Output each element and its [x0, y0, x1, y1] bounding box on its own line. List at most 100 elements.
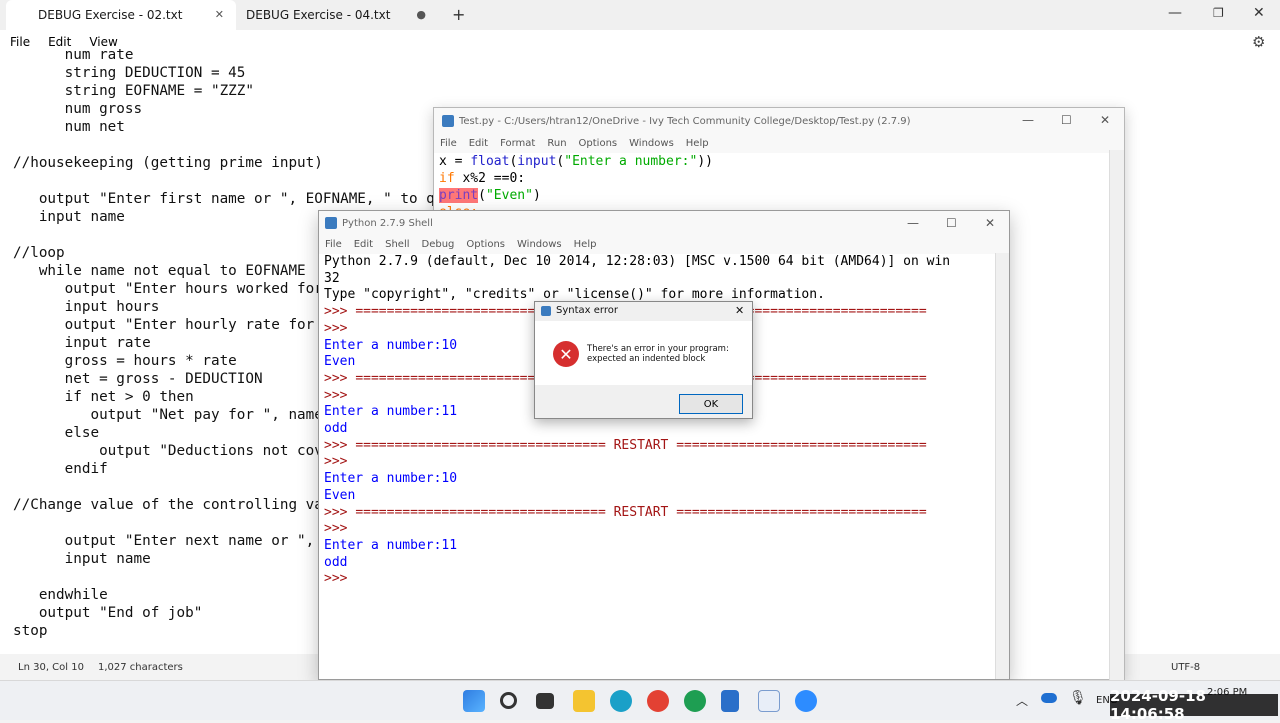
file-explorer-icon[interactable]	[573, 690, 595, 712]
editor-scrollbar[interactable]	[1109, 150, 1124, 680]
shell-prompt: >>>	[324, 304, 356, 320]
menu-edit[interactable]: Edit	[469, 138, 488, 149]
menu-windows[interactable]: Windows	[629, 138, 674, 149]
shell-result: odd	[324, 554, 348, 570]
dialog-message-line: expected an indented block	[587, 354, 706, 364]
shell-prompt: >>>	[324, 437, 356, 453]
shell-scrollbar[interactable]	[995, 253, 1009, 679]
shell-title-bar: Python 2.7.9 Shell — ☐ ✕	[319, 211, 1009, 235]
chrome-profile-icon[interactable]	[684, 690, 706, 712]
code-token: ))	[697, 154, 713, 169]
code-token: "Enter a number:"	[564, 154, 698, 169]
shell-restart: ================================ RESTART…	[355, 504, 927, 520]
close-icon[interactable]: ✕	[735, 304, 744, 317]
shell-menu-bar: File Edit Shell Debug Options Windows He…	[319, 235, 1009, 254]
shell-prompt: >>>	[324, 504, 356, 520]
microphone-icon[interactable]: 🎙	[1069, 690, 1087, 706]
task-view-icon[interactable]	[536, 693, 554, 709]
menu-edit[interactable]: Edit	[354, 239, 373, 250]
menu-debug[interactable]: Debug	[422, 239, 455, 250]
shell-prompt: >>>	[324, 370, 356, 386]
python-icon	[325, 217, 337, 229]
menu-shell[interactable]: Shell	[385, 239, 409, 250]
maximize-icon[interactable]: ☐	[1061, 113, 1072, 127]
code-token: )	[532, 188, 541, 203]
menu-options[interactable]: Options	[579, 138, 618, 149]
code-token: "Even"	[485, 188, 533, 203]
character-count: 1,027 characters	[97, 661, 183, 673]
dialog-message-line: There's an error in your program:	[587, 344, 729, 354]
shell-title: Python 2.7.9 Shell	[342, 217, 433, 229]
shell-input-label: Enter a number:	[324, 404, 442, 420]
shell-input-label: Enter a number:	[324, 471, 442, 487]
code-token: float	[470, 154, 510, 169]
menu-format[interactable]: Format	[500, 138, 535, 149]
chevron-up-icon[interactable]: ︿	[1016, 692, 1028, 709]
chrome-icon[interactable]	[647, 690, 669, 712]
cursor-position: Ln 30, Col 10	[18, 661, 84, 673]
onedrive-icon[interactable]	[1041, 693, 1057, 703]
shell-prompt: >>>	[324, 320, 356, 336]
error-icon: ✕	[553, 341, 579, 367]
menu-run[interactable]: Run	[547, 138, 566, 149]
new-tab-icon[interactable]: +	[452, 5, 465, 24]
settings-gear-icon[interactable]: ⚙	[1252, 33, 1265, 51]
dot-icon[interactable]: ●	[416, 8, 426, 21]
tab-debug-exercise-04[interactable]: DEBUG Exercise - 04.txt ●	[238, 0, 438, 30]
shell-input-label: Enter a number:	[324, 537, 442, 553]
notepad-icon[interactable]	[721, 690, 739, 712]
code-token: x%2 ==0:	[454, 171, 526, 186]
shell-prompt: >>>	[324, 571, 356, 587]
tab-label: DEBUG Exercise - 04.txt	[246, 8, 391, 22]
minimize-icon[interactable]: —	[907, 216, 919, 230]
shell-line: Python 2.7.9 (default, Dec 10 2014, 12:2…	[324, 254, 951, 269]
shell-input-value: 10	[441, 471, 458, 487]
menu-help[interactable]: Help	[574, 239, 597, 250]
shell-input-value: 10	[441, 337, 458, 353]
shell-result: Even	[324, 354, 356, 370]
dialog-body: ✕ There's an error in your program: expe…	[535, 321, 752, 385]
shell-prompt: >>>	[324, 521, 356, 537]
editor-menu-bar: File Edit Format Run Options Windows Hel…	[434, 134, 1124, 153]
edge-icon[interactable]	[610, 690, 632, 712]
maximize-icon[interactable]: ☐	[946, 216, 957, 230]
restore-icon[interactable]: ❐	[1213, 6, 1224, 20]
shell-result: Even	[324, 487, 356, 503]
python-shell-window: Python 2.7.9 Shell — ☐ ✕ File Edit Shell…	[318, 210, 1010, 680]
search-icon[interactable]	[500, 692, 517, 709]
tab-label: DEBUG Exercise - 02.txt	[38, 8, 183, 22]
close-icon[interactable]: ✕	[1253, 5, 1265, 21]
editor-title: Test.py - C:/Users/htran12/OneDrive - Iv…	[459, 115, 911, 127]
dialog-message: There's an error in your program: expect…	[587, 344, 729, 364]
code-token: input	[517, 154, 557, 169]
minimize-icon[interactable]: —	[1168, 5, 1182, 21]
error-highlight: print	[439, 188, 479, 203]
shell-prompt: >>>	[324, 454, 356, 470]
idle-icon[interactable]	[758, 690, 780, 712]
close-icon[interactable]: ✕	[985, 216, 995, 230]
python-icon	[442, 115, 454, 127]
close-icon[interactable]: ✕	[215, 8, 224, 21]
dialog-title-bar: Syntax error	[541, 305, 618, 316]
menu-windows[interactable]: Windows	[517, 239, 562, 250]
menu-file[interactable]: File	[325, 239, 342, 250]
encoding: UTF-8	[1171, 661, 1201, 673]
zoom-icon[interactable]	[795, 690, 817, 712]
shell-restart: ================================ RESTART…	[355, 437, 927, 453]
shell-line: 32	[324, 270, 340, 286]
tab-debug-exercise-02[interactable]: DEBUG Exercise - 02.txt ✕	[6, 0, 236, 30]
start-icon[interactable]	[463, 690, 485, 712]
menu-help[interactable]: Help	[686, 138, 709, 149]
editor-title-bar: Test.py - C:/Users/htran12/OneDrive - Iv…	[434, 108, 1124, 134]
code-token: (	[478, 188, 486, 203]
menu-options[interactable]: Options	[466, 239, 505, 250]
menu-file[interactable]: File	[440, 138, 457, 149]
shell-prompt: >>>	[324, 387, 356, 403]
shell-input-value: 11	[441, 404, 458, 420]
minimize-icon[interactable]: —	[1022, 113, 1034, 127]
recording-timestamp: 2024-09-18 14:06:58	[1110, 687, 1278, 723]
notepad-tab-bar: DEBUG Exercise - 02.txt ✕ DEBUG Exercise…	[0, 0, 1280, 30]
ok-button[interactable]: OK	[679, 394, 743, 414]
taskbar: ︿ 🎙 ENG 2:06 PM	[0, 680, 1280, 720]
close-icon[interactable]: ✕	[1100, 113, 1110, 127]
